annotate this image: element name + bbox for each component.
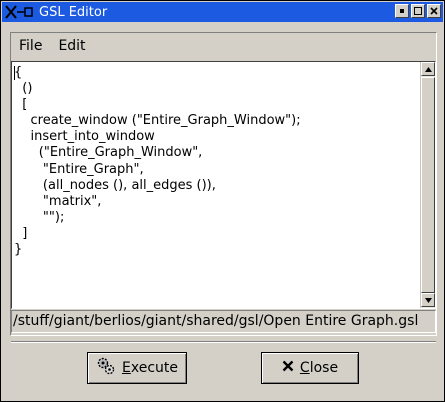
scroll-thumb[interactable] <box>421 77 435 293</box>
close-mnemonic: C <box>299 360 310 376</box>
scroll-up-button[interactable] <box>421 62 435 76</box>
minimize-icon <box>400 9 404 13</box>
close-label: Close <box>300 360 338 376</box>
menu-bar: File Edit <box>11 34 436 58</box>
window-title: GSL Editor <box>39 4 108 20</box>
separator <box>11 341 436 343</box>
execute-label-rest: xecute <box>130 360 178 376</box>
menu-file[interactable]: File <box>11 38 50 54</box>
execute-label: Execute <box>122 360 178 376</box>
vertical-scrollbar[interactable] <box>420 62 435 308</box>
code-text[interactable]: { () [ create_window ("Entire_Graph_Wind… <box>14 65 417 305</box>
scroll-up-icon <box>424 66 432 72</box>
app-icon <box>5 3 35 21</box>
close-label-rest: lose <box>309 360 339 376</box>
menu-edit[interactable]: Edit <box>50 38 93 54</box>
text-caret <box>14 66 15 80</box>
maximize-icon <box>414 7 422 15</box>
gsl-editor-window: GSL Editor File Edit { () [ create_windo… <box>0 0 445 402</box>
x-icon <box>282 360 294 376</box>
gears-icon <box>96 356 116 380</box>
close-button[interactable]: Close <box>261 352 359 384</box>
scroll-down-icon <box>424 297 432 303</box>
close-window-button[interactable] <box>427 4 441 18</box>
title-bar[interactable]: GSL Editor <box>2 2 443 22</box>
execute-button[interactable]: Execute <box>87 352 187 384</box>
close-icon <box>430 7 438 15</box>
code-editor[interactable]: { () [ create_window ("Entire_Graph_Wind… <box>11 61 436 309</box>
maximize-button[interactable] <box>411 4 425 18</box>
file-path-status: /stuff/giant/berlios/giant/shared/gsl/Op… <box>11 310 436 333</box>
execute-mnemonic: E <box>122 360 131 376</box>
minimize-button[interactable] <box>395 4 409 18</box>
scroll-down-button[interactable] <box>421 293 435 307</box>
window-controls <box>395 4 441 18</box>
